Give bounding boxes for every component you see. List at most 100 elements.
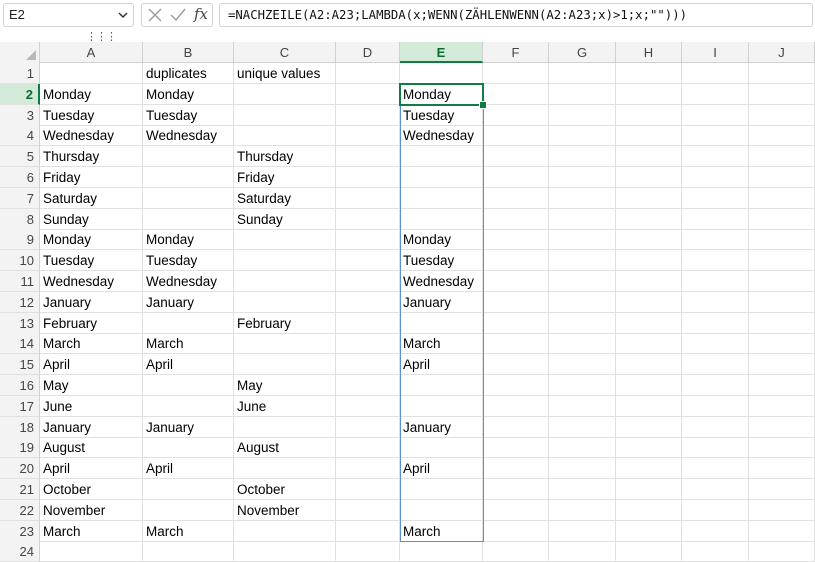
cell-a14[interactable]: March <box>40 333 143 355</box>
cell-d2[interactable] <box>336 83 400 105</box>
cell-f22[interactable] <box>483 499 549 521</box>
cell-j7[interactable] <box>749 187 815 209</box>
cell-b22[interactable] <box>143 499 234 521</box>
cell-b15[interactable]: April <box>143 354 234 376</box>
cell-j2[interactable] <box>749 83 815 105</box>
cell-d23[interactable] <box>336 520 400 542</box>
cell-g10[interactable] <box>549 250 616 272</box>
cell-a11[interactable]: Wednesday <box>40 271 143 292</box>
cell-f21[interactable] <box>483 479 549 500</box>
cell-i12[interactable] <box>682 291 749 313</box>
cell-f18[interactable] <box>483 416 549 438</box>
cell-d6[interactable] <box>336 167 400 188</box>
cell-b20[interactable]: April <box>143 458 234 480</box>
cell-d20[interactable] <box>336 458 400 480</box>
cell-g2[interactable] <box>549 83 616 105</box>
cell-b14[interactable]: March <box>143 333 234 355</box>
cell-g11[interactable] <box>549 271 616 292</box>
cell-e14[interactable]: March <box>400 333 483 355</box>
cell-d5[interactable] <box>336 146 400 168</box>
cell-b1[interactable]: duplicates <box>143 63 234 84</box>
cell-a20[interactable]: April <box>40 458 143 480</box>
cell-e23[interactable]: March <box>400 520 483 542</box>
cell-h21[interactable] <box>616 479 682 500</box>
cell-h23[interactable] <box>616 520 682 542</box>
cell-c5[interactable]: Thursday <box>234 146 336 168</box>
cell-j12[interactable] <box>749 291 815 313</box>
cell-j1[interactable] <box>749 63 815 84</box>
cell-g20[interactable] <box>549 458 616 480</box>
cell-h13[interactable] <box>616 312 682 334</box>
cell-b3[interactable]: Tuesday <box>143 104 234 126</box>
row-header[interactable]: 7 <box>0 187 40 209</box>
chevron-down-icon[interactable] <box>117 8 129 22</box>
cell-g24[interactable] <box>549 541 616 562</box>
cell-j13[interactable] <box>749 312 815 334</box>
cell-c16[interactable]: May <box>234 375 336 396</box>
cell-a10[interactable]: Tuesday <box>40 250 143 272</box>
cell-h19[interactable] <box>616 437 682 459</box>
cell-e7[interactable] <box>400 187 483 209</box>
cell-g4[interactable] <box>549 125 616 147</box>
cell-f19[interactable] <box>483 437 549 459</box>
cell-e3[interactable]: Tuesday <box>400 104 483 126</box>
cell-i14[interactable] <box>682 333 749 355</box>
column-header-e[interactable]: E <box>400 42 483 63</box>
cell-i9[interactable] <box>682 229 749 251</box>
cell-h8[interactable] <box>616 208 682 230</box>
cell-j11[interactable] <box>749 271 815 292</box>
row-header[interactable]: 2 <box>0 83 40 105</box>
cell-b13[interactable] <box>143 312 234 334</box>
select-all-corner[interactable] <box>0 42 40 63</box>
cell-h1[interactable] <box>616 63 682 84</box>
cell-c23[interactable] <box>234 520 336 542</box>
cell-i11[interactable] <box>682 271 749 292</box>
cell-c19[interactable]: August <box>234 437 336 459</box>
cell-a5[interactable]: Thursday <box>40 146 143 168</box>
cell-h7[interactable] <box>616 187 682 209</box>
cell-e4[interactable]: Wednesday <box>400 125 483 147</box>
cell-g3[interactable] <box>549 104 616 126</box>
column-header-a[interactable]: A <box>40 42 143 63</box>
cell-d7[interactable] <box>336 187 400 209</box>
row-header[interactable]: 5 <box>0 146 40 168</box>
cell-d3[interactable] <box>336 104 400 126</box>
row-header[interactable]: 9 <box>0 229 40 251</box>
cell-c2[interactable] <box>234 83 336 105</box>
row-header[interactable]: 24 <box>0 541 40 562</box>
cell-i7[interactable] <box>682 187 749 209</box>
cell-c6[interactable]: Friday <box>234 167 336 188</box>
cell-h15[interactable] <box>616 354 682 376</box>
cell-i18[interactable] <box>682 416 749 438</box>
cell-c15[interactable] <box>234 354 336 376</box>
cell-i19[interactable] <box>682 437 749 459</box>
cell-e15[interactable]: April <box>400 354 483 376</box>
cell-j9[interactable] <box>749 229 815 251</box>
cell-e6[interactable] <box>400 167 483 188</box>
column-header-f[interactable]: F <box>483 42 549 63</box>
cell-f5[interactable] <box>483 146 549 168</box>
cell-g8[interactable] <box>549 208 616 230</box>
cell-h5[interactable] <box>616 146 682 168</box>
cell-i5[interactable] <box>682 146 749 168</box>
cell-c11[interactable] <box>234 271 336 292</box>
cell-a4[interactable]: Wednesday <box>40 125 143 147</box>
cell-g15[interactable] <box>549 354 616 376</box>
name-box[interactable]: E2 <box>3 3 134 27</box>
cell-d11[interactable] <box>336 271 400 292</box>
cell-f4[interactable] <box>483 125 549 147</box>
cell-e8[interactable] <box>400 208 483 230</box>
cell-a15[interactable]: April <box>40 354 143 376</box>
cell-f17[interactable] <box>483 395 549 417</box>
cell-c24[interactable] <box>234 541 336 562</box>
cell-e2[interactable]: Monday <box>400 83 483 105</box>
column-header-h[interactable]: H <box>616 42 682 63</box>
formula-input[interactable]: =NACHZEILE(A2:A23;LAMBDA(x;WENN(ZÄHLENWE… <box>219 3 813 27</box>
cell-a2[interactable]: Monday <box>40 83 143 105</box>
cell-i23[interactable] <box>682 520 749 542</box>
row-header[interactable]: 10 <box>0 250 40 272</box>
cell-j8[interactable] <box>749 208 815 230</box>
column-header-i[interactable]: I <box>682 42 749 63</box>
cell-j21[interactable] <box>749 479 815 500</box>
cell-e19[interactable] <box>400 437 483 459</box>
